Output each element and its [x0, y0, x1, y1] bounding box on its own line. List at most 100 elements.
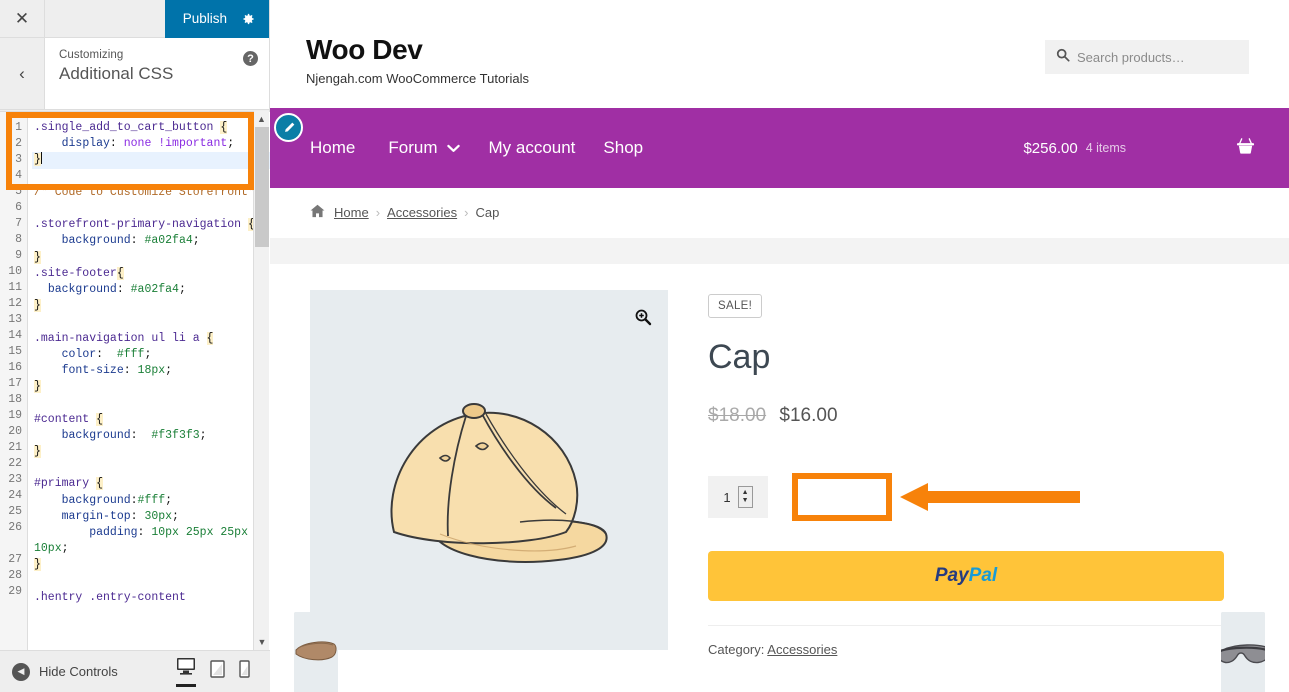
editor-line[interactable]: background: #f3f3f3;: [32, 428, 270, 444]
gallery-next-thumbnail[interactable]: [1221, 612, 1265, 692]
hide-controls-label: Hide Controls: [39, 664, 118, 679]
editor-line[interactable]: .site-footer{: [32, 266, 270, 282]
gallery-prev-thumbnail[interactable]: [294, 612, 338, 692]
scroll-up-arrow[interactable]: ▲: [254, 111, 269, 127]
customizer-panel-header: ‹ Customizing Additional CSS ?: [0, 38, 269, 110]
pencil-icon[interactable]: [274, 113, 303, 142]
divider: [708, 625, 1224, 626]
site-header: Woo Dev Njengah.com WooCommerce Tutorial…: [270, 0, 1289, 108]
topbar-right: Publish: [45, 0, 269, 38]
customizer-footer: ◀ Hide Controls: [0, 650, 270, 692]
editor-line[interactable]: [32, 201, 270, 217]
editor-line[interactable]: [32, 460, 270, 476]
editor-line[interactable]: font-size: 18px;: [32, 363, 270, 379]
scrollbar-thumb[interactable]: [255, 127, 269, 247]
editor-line[interactable]: .main-navigation ul li a {: [32, 331, 270, 347]
category-label: Category:: [708, 642, 765, 657]
close-customizer-button[interactable]: ✕: [0, 0, 45, 37]
nav-item-my-account[interactable]: My account: [488, 138, 603, 158]
editor-line-number: 27: [8, 553, 22, 566]
regular-price: $18.00: [708, 405, 767, 426]
customizer-topbar: ✕ Publish: [0, 0, 269, 38]
page-title: Cap: [708, 338, 771, 376]
editor-line-number: 13: [8, 313, 22, 326]
category-link[interactable]: Accessories: [767, 642, 837, 657]
editor-line[interactable]: #primary {: [32, 476, 270, 492]
product-search-box[interactable]: Search products…: [1045, 40, 1249, 74]
paypal-logo-pal: Pal: [968, 565, 998, 586]
gear-icon[interactable]: [241, 12, 255, 26]
editor-line[interactable]: }: [32, 379, 270, 395]
editor-line[interactable]: margin-top: 30px;: [32, 509, 270, 525]
editor-line[interactable]: }: [32, 557, 270, 573]
panel-titles: Customizing Additional CSS ?: [45, 38, 269, 109]
cart-summary[interactable]: $256.00 4 items: [1023, 137, 1289, 160]
editor-line[interactable]: color: #fff;: [32, 347, 270, 363]
editor-line-number: 28: [8, 569, 22, 582]
editor-line[interactable]: }: [32, 250, 270, 266]
device-tablet-button[interactable]: [210, 659, 225, 687]
nav-item-shop[interactable]: Shop: [603, 138, 671, 158]
editor-line-number: 12: [8, 297, 22, 310]
search-input-placeholder[interactable]: Search products…: [1077, 50, 1185, 65]
quantity-increment[interactable]: ▲: [742, 489, 749, 497]
site-branding[interactable]: Woo Dev Njengah.com WooCommerce Tutorial…: [306, 34, 529, 86]
editor-line-number: 23: [8, 473, 22, 486]
editor-line[interactable]: [32, 169, 270, 185]
editor-line[interactable]: }: [32, 444, 270, 460]
breadcrumb: Home › Accessories › Cap: [270, 188, 1289, 238]
breadcrumb-separator: ›: [375, 205, 381, 220]
quantity-value[interactable]: 1: [723, 490, 730, 505]
paypal-button[interactable]: Pay Pal: [708, 551, 1224, 601]
quantity-decrement[interactable]: ▼: [742, 497, 749, 505]
device-desktop-button[interactable]: [176, 657, 196, 687]
scroll-down-arrow[interactable]: ▼: [254, 634, 270, 650]
editor-code-area[interactable]: .single_add_to_cart_button { display: no…: [28, 112, 270, 650]
publish-button[interactable]: Publish: [164, 0, 269, 38]
editor-line[interactable]: .single_add_to_cart_button {: [32, 120, 270, 136]
site-preview: Woo Dev Njengah.com WooCommerce Tutorial…: [270, 0, 1289, 692]
editor-line[interactable]: background:#fff;: [32, 493, 270, 509]
back-button[interactable]: ‹: [0, 38, 45, 109]
editor-line-number: 17: [8, 377, 22, 390]
editor-line[interactable]: [32, 314, 270, 330]
site-title[interactable]: Woo Dev: [306, 34, 529, 66]
editor-line[interactable]: /* Code to Customize Storefront*/: [32, 185, 270, 201]
product-main-image[interactable]: [310, 290, 668, 650]
editor-line[interactable]: [32, 574, 270, 590]
editor-line[interactable]: }: [32, 298, 270, 314]
editor-line[interactable]: }: [32, 152, 270, 169]
editor-line[interactable]: display: none !important;: [32, 136, 270, 152]
editor-line-number: 9: [15, 249, 22, 262]
editor-line[interactable]: padding: 10px 25px 25px 10px;: [32, 525, 270, 557]
basket-icon[interactable]: [1236, 137, 1255, 160]
quantity-spinner[interactable]: ▲ ▼: [737, 486, 753, 508]
nav-item-forum[interactable]: Forum: [388, 138, 488, 158]
help-icon[interactable]: ?: [243, 51, 258, 66]
editor-line-number: 19: [8, 409, 22, 422]
editor-line-number: 24: [8, 489, 22, 502]
site-tagline: Njengah.com WooCommerce Tutorials: [306, 71, 530, 86]
nav-item-home[interactable]: Home: [310, 138, 388, 158]
breadcrumb-item-home[interactable]: Home: [334, 205, 369, 220]
editor-line[interactable]: background: #a02fa4;: [32, 282, 270, 298]
editor-line-number: 1: [15, 121, 22, 134]
editor-line[interactable]: background: #a02fa4;: [32, 233, 270, 249]
home-icon[interactable]: [310, 204, 325, 221]
editor-line-number: 5: [15, 185, 22, 198]
css-editor[interactable]: 1 2 3 4 5 6 7 8 9 10 11 12 13 14 15 16 17 18 19 20 21 22 23 24 2…: [0, 111, 270, 650]
editor-line-number: 20: [8, 425, 22, 438]
breadcrumb-item-accessories[interactable]: Accessories: [387, 205, 457, 220]
zoom-in-icon[interactable]: [634, 308, 652, 326]
editor-line[interactable]: .storefront-primary-navigation {: [32, 217, 270, 233]
editor-line[interactable]: .hentry .entry-content: [32, 590, 270, 606]
hide-controls-button[interactable]: ◀ Hide Controls: [12, 662, 118, 681]
orange-arrow-annotation: [900, 480, 1080, 514]
editor-scrollbar[interactable]: ▲ ▼: [253, 111, 269, 650]
editor-line[interactable]: [32, 395, 270, 411]
chevron-down-icon[interactable]: [447, 138, 461, 158]
device-mobile-button[interactable]: [239, 659, 250, 687]
editor-line[interactable]: #content {: [32, 412, 270, 428]
quantity-stepper[interactable]: 1 ▲ ▼: [708, 476, 768, 518]
sale-price: $16.00: [779, 405, 838, 426]
